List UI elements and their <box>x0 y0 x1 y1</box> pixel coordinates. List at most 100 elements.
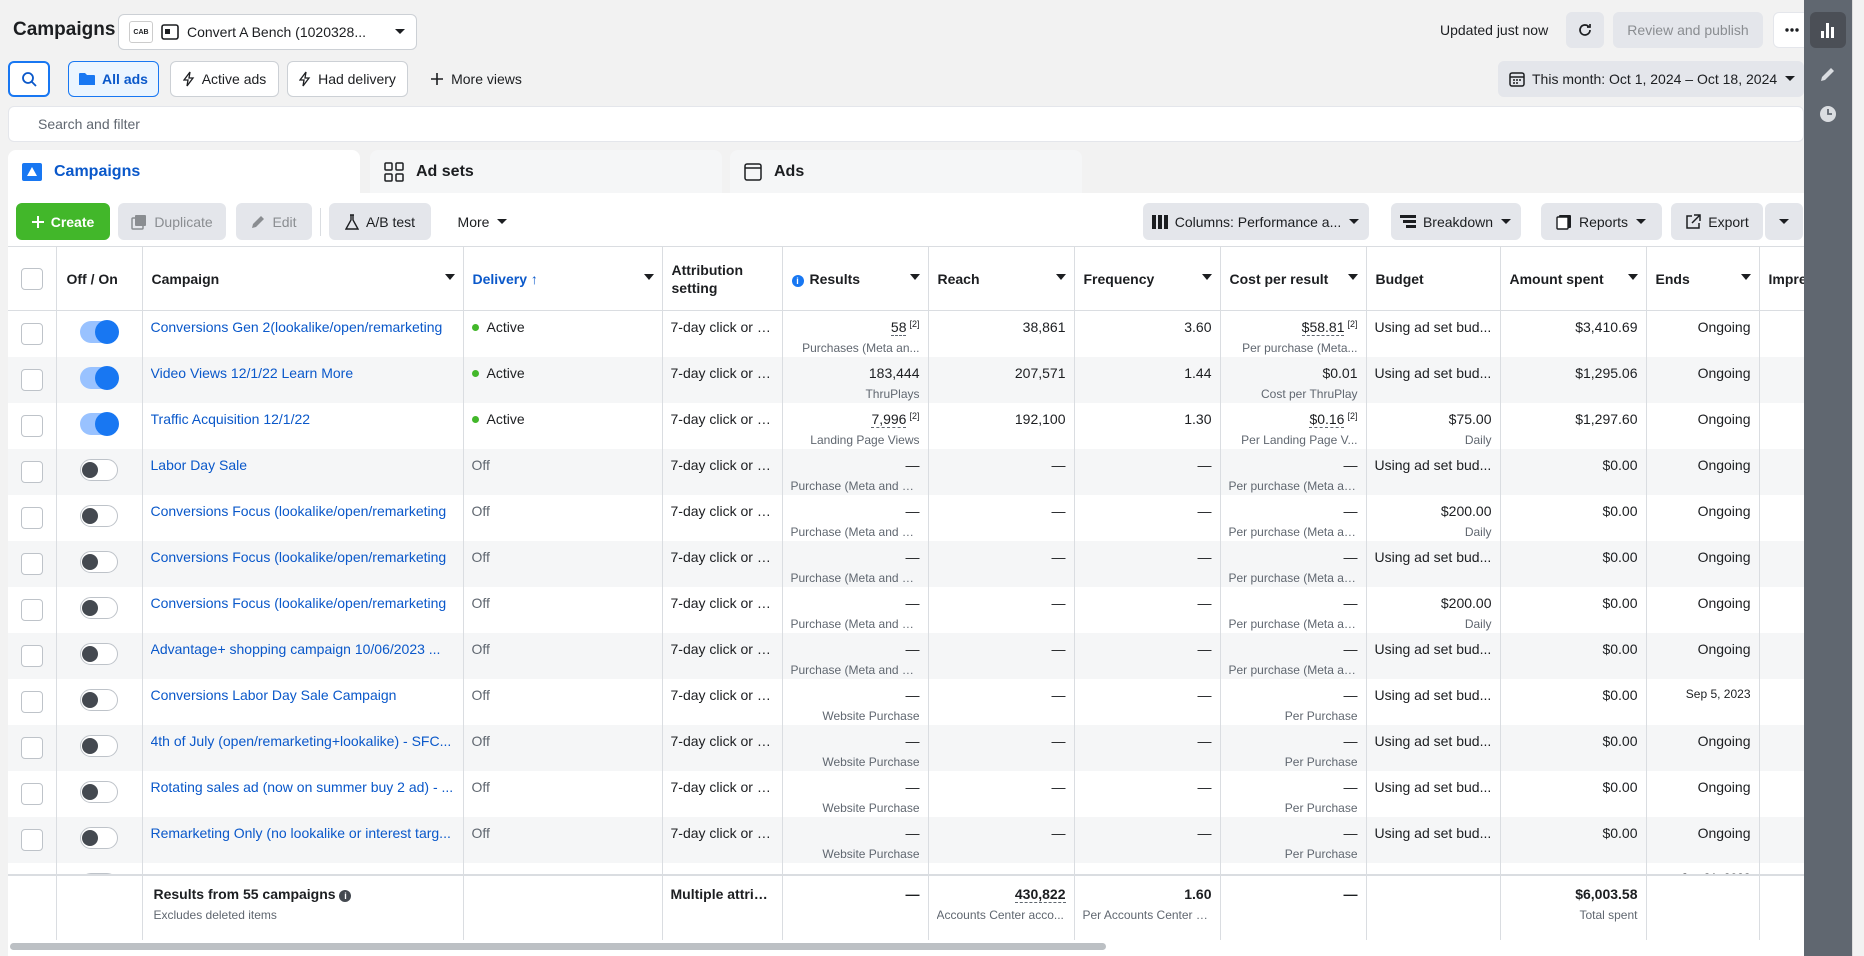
columns-dropdown[interactable]: Columns: Performance a... <box>1143 203 1369 240</box>
results-value: 58 <box>890 319 907 336</box>
table-row[interactable]: Remarketing Only (no lookalike or intere… <box>8 816 1804 863</box>
row-checkbox[interactable] <box>20 414 43 437</box>
duplicate-button[interactable]: Duplicate <box>118 203 226 240</box>
table-row[interactable]: Conversions Focus (lookalike/open/remark… <box>8 540 1804 587</box>
campaign-name-link[interactable]: Conversions Gen 2(lookalike/open/remarke… <box>151 319 455 335</box>
campaign-toggle[interactable] <box>80 642 118 665</box>
table-row[interactable]: Conversions Labor Day Sale Campaign Off … <box>8 678 1804 725</box>
row-checkbox[interactable] <box>20 552 43 575</box>
toolbar-divider <box>320 208 321 236</box>
search-button[interactable] <box>8 61 50 97</box>
campaign-toggle[interactable] <box>80 550 118 573</box>
more-actions-button[interactable]: More <box>443 203 523 240</box>
column-budget[interactable]: Budget <box>1366 246 1501 311</box>
reports-dropdown[interactable]: Reports <box>1541 203 1662 240</box>
campaign-toggle[interactable] <box>80 411 119 436</box>
column-ends[interactable]: Ends <box>1646 246 1760 311</box>
campaign-name-link[interactable]: Traffic Acquisition 12/1/22 <box>151 411 455 427</box>
row-checkbox[interactable] <box>20 690 43 713</box>
ab-test-button[interactable]: A/B test <box>329 203 431 240</box>
campaign-name-link[interactable]: Conversions Focus (lookalike/open/remark… <box>151 595 455 611</box>
charts-rail-button[interactable] <box>1810 12 1846 48</box>
search-filter-input[interactable]: Search and filter <box>8 106 1804 142</box>
row-checkbox[interactable] <box>20 506 43 529</box>
campaign-name-link[interactable]: Labor Day Sale <box>151 457 455 473</box>
select-all-checkbox[interactable] <box>20 267 43 290</box>
row-checkbox[interactable] <box>20 736 43 759</box>
table-row[interactable]: Advantage+ shopping campaign 10/06/2023 … <box>8 632 1804 679</box>
table-row[interactable]: Traffic Acquisition 12/1/22 Active 7-day… <box>8 402 1804 449</box>
view-all-ads[interactable]: All ads <box>68 61 159 97</box>
column-reach[interactable]: Reach <box>928 246 1075 311</box>
cpr-cell: $0.01 Cost per ThruPlay <box>1220 356 1367 403</box>
campaign-name-link[interactable]: Video Views 12/1/22 Learn More <box>151 365 455 381</box>
row-checkbox[interactable] <box>20 368 43 391</box>
bar-chart-icon <box>1821 23 1834 38</box>
campaign-name-link[interactable]: Conversions Labor Day Sale Campaign <box>151 687 455 703</box>
create-button[interactable]: Create <box>16 203 110 240</box>
results-value: 183,444 <box>868 364 920 381</box>
campaign-toggle[interactable] <box>80 504 118 527</box>
row-checkbox[interactable] <box>20 644 43 667</box>
column-delivery[interactable]: Delivery ↑ <box>463 246 663 311</box>
more-views-button[interactable]: More views <box>420 61 532 97</box>
row-checkbox[interactable] <box>20 782 43 805</box>
campaign-toggle[interactable] <box>80 365 119 390</box>
campaign-toggle[interactable] <box>80 320 119 344</box>
budget-cell: Using ad set bud... <box>1366 448 1501 495</box>
column-results[interactable]: i Results <box>782 246 929 311</box>
date-range-picker[interactable]: This month: Oct 1, 2024 – Oct 18, 2024 <box>1498 61 1804 97</box>
row-checkbox[interactable] <box>20 598 43 621</box>
campaign-name-link[interactable]: Conversions Focus (lookalike/open/remark… <box>151 503 455 519</box>
campaign-toggle[interactable] <box>80 596 118 619</box>
column-attribution[interactable]: Attribution setting <box>662 246 783 311</box>
clock-icon <box>1820 106 1836 122</box>
row-checkbox[interactable] <box>20 323 43 345</box>
campaign-toggle[interactable] <box>80 458 118 481</box>
campaign-name-link[interactable]: Advantage+ shopping campaign 10/06/2023 … <box>151 641 455 657</box>
table-row[interactable]: Rotating sales ad (now on summer buy 2 a… <box>8 770 1804 817</box>
column-amount-spent[interactable]: Amount spent <box>1500 246 1647 311</box>
campaign-toggle[interactable] <box>80 688 118 711</box>
refresh-button[interactable] <box>1566 12 1604 48</box>
column-cost-per-result[interactable]: Cost per result <box>1220 246 1367 311</box>
date-range-label: This month: Oct 1, 2024 – Oct 18, 2024 <box>1532 71 1778 87</box>
review-publish-button[interactable]: Review and publish <box>1613 12 1763 48</box>
column-campaign[interactable]: Campaign <box>142 246 464 311</box>
view-had-delivery[interactable]: Had delivery <box>287 61 408 97</box>
table-row[interactable]: Conversions Focus (lookalike/open/remark… <box>8 494 1804 541</box>
view-active-ads[interactable]: Active ads <box>170 61 279 97</box>
campaign-name-cell: 4th of July (open/remarketing+lookalike)… <box>142 724 464 771</box>
export-dropdown[interactable] <box>1765 203 1803 240</box>
horizontal-scrollbar[interactable] <box>8 940 1804 954</box>
table-row[interactable]: 4th of July (open/remarketing+lookalike)… <box>8 724 1804 771</box>
account-selector[interactable]: CAB Convert A Bench (1020328... <box>118 14 417 50</box>
campaign-name-link[interactable]: Remarketing Only (no lookalike or intere… <box>151 825 455 841</box>
table-row[interactable]: Labor Day Sale Off 7-day click or 1... —… <box>8 448 1804 495</box>
campaign-name-link[interactable]: Rotating sales ad (now on summer buy 2 a… <box>151 779 455 795</box>
table-row[interactable]: Conversions Focus (lookalike/open/remark… <box>8 586 1804 633</box>
campaign-toggle[interactable] <box>80 780 118 803</box>
scrollbar-thumb[interactable] <box>10 943 1106 950</box>
edit-rail-button[interactable] <box>1816 62 1840 86</box>
campaign-name-link[interactable]: 4th of July (open/remarketing+lookalike)… <box>151 733 455 749</box>
tab-campaigns[interactable]: Campaigns <box>8 150 360 194</box>
edit-button[interactable]: Edit <box>236 203 312 240</box>
reach-cell: — <box>928 448 1075 495</box>
tab-ads[interactable]: Ads <box>730 150 1082 194</box>
breakdown-dropdown[interactable]: Breakdown <box>1391 203 1521 240</box>
row-checkbox[interactable] <box>20 460 43 483</box>
table-row[interactable]: Conversions Gen 2(lookalike/open/remarke… <box>8 310 1804 357</box>
tab-ad-sets[interactable]: Ad sets <box>370 150 722 194</box>
campaign-name-link[interactable]: Conversions Focus (lookalike/open/remark… <box>151 549 455 565</box>
history-rail-button[interactable] <box>1816 102 1840 126</box>
vertical-scrollbar[interactable] <box>1852 0 1864 956</box>
campaign-toggle[interactable] <box>80 734 118 757</box>
chevron-down-icon <box>1785 76 1796 81</box>
row-checkbox[interactable] <box>20 828 43 851</box>
column-impressions[interactable]: Impre <box>1759 246 1804 311</box>
campaign-toggle[interactable] <box>80 826 118 849</box>
table-row[interactable]: Video Views 12/1/22 Learn More Active 7-… <box>8 356 1804 403</box>
column-frequency[interactable]: Frequency <box>1074 246 1221 311</box>
export-button[interactable]: Export <box>1671 203 1763 240</box>
